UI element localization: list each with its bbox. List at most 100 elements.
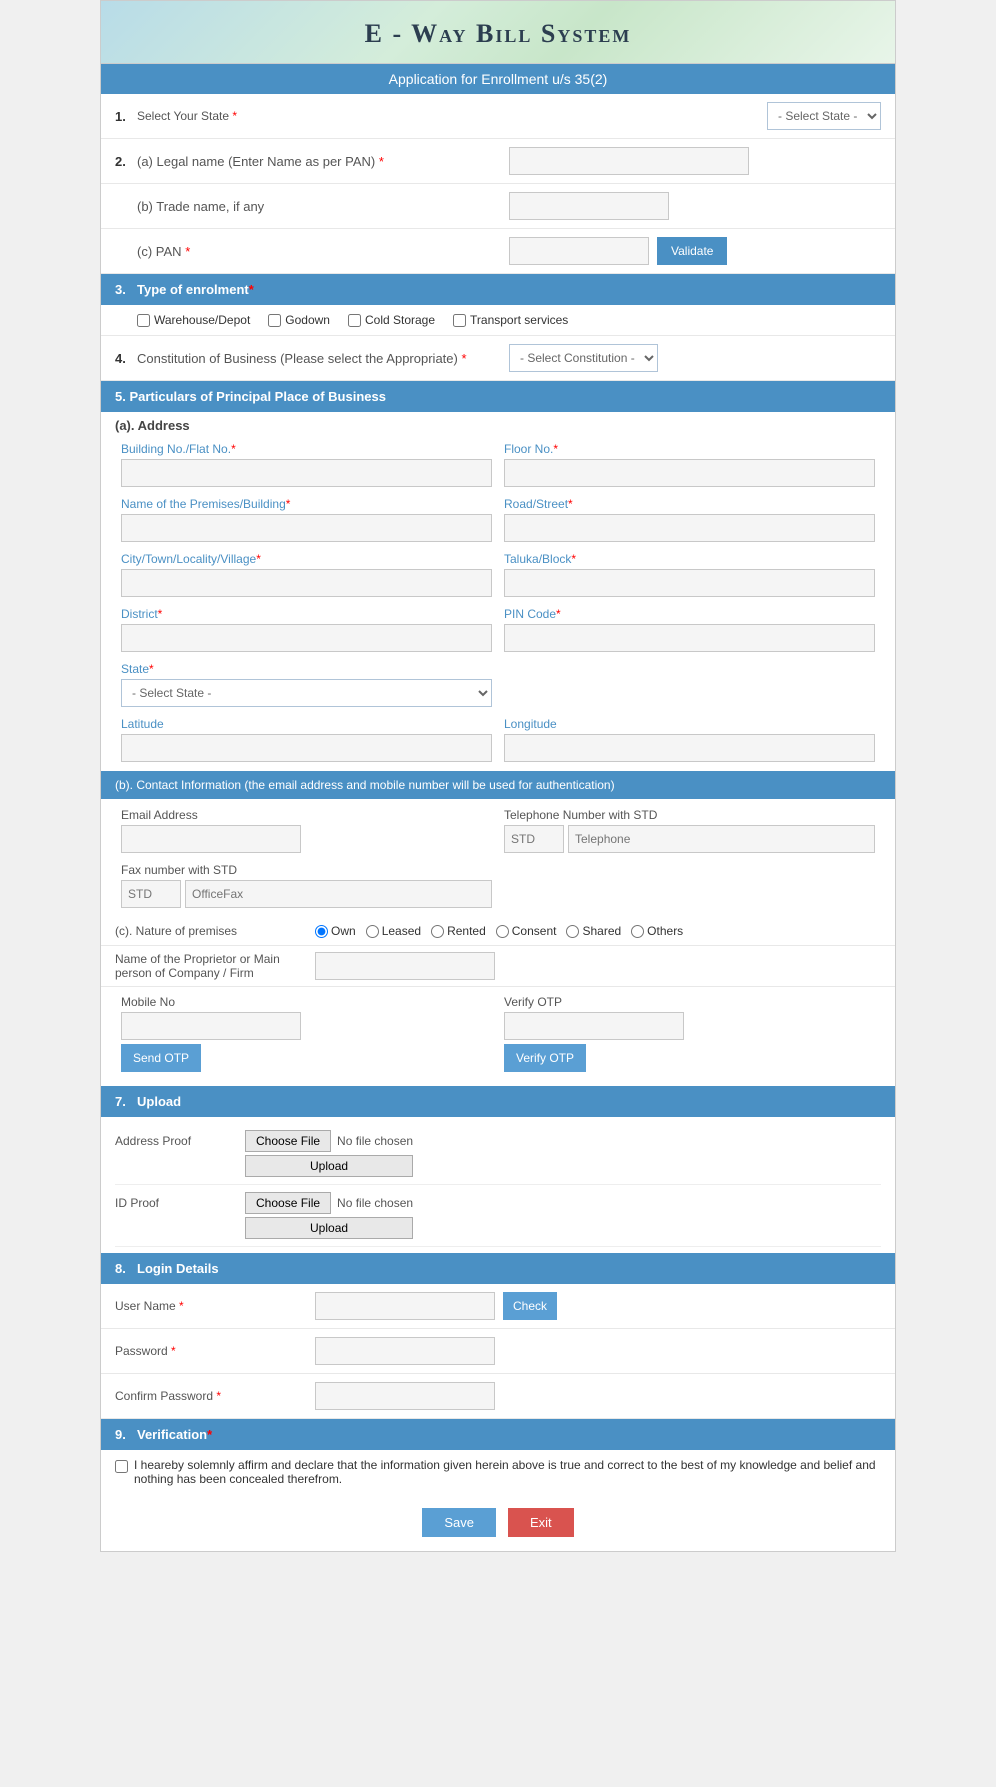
verify-otp-label: Verify OTP	[504, 995, 875, 1009]
nature-row: (c). Nature of premises Own Leased Rente…	[101, 917, 895, 946]
row7-label: Upload	[137, 1094, 181, 1109]
building-input[interactable]	[121, 459, 492, 487]
id-upload-button[interactable]: Upload	[245, 1217, 413, 1239]
row1-required: *	[232, 109, 237, 123]
taluka-input[interactable]	[504, 569, 875, 597]
otp-input[interactable]	[504, 1012, 684, 1040]
road-input[interactable]	[504, 514, 875, 542]
state-select[interactable]: - Select State -	[767, 102, 881, 130]
row2-num: 2.	[115, 154, 137, 169]
latitude-input[interactable]	[121, 734, 492, 762]
floor-label: Floor No.*	[504, 442, 875, 456]
page-wrapper: E - Way Bill System Application for Enro…	[100, 0, 896, 1552]
city-input[interactable]	[121, 569, 492, 597]
nature-consent[interactable]: Consent	[496, 924, 557, 938]
save-button[interactable]: Save	[422, 1508, 496, 1537]
fax-label: Fax number with STD	[121, 863, 492, 877]
row2a-label: Legal name (Enter Name as per PAN)	[157, 154, 376, 169]
radio-shared[interactable]	[566, 925, 579, 938]
section-upload: 7. Upload	[101, 1086, 895, 1117]
empty-contact	[498, 858, 881, 913]
pan-input[interactable]	[509, 237, 649, 265]
checkbox-godown[interactable]	[268, 314, 281, 327]
road-label: Road/Street*	[504, 497, 875, 511]
verification-checkbox[interactable]	[115, 1460, 128, 1473]
nature-shared[interactable]: Shared	[566, 924, 621, 938]
username-row: User Name * Check	[101, 1284, 895, 1329]
verification-text: I heareby solemnly affirm and declare th…	[134, 1458, 881, 1486]
validate-button[interactable]: Validate	[657, 237, 727, 265]
tel-std-input[interactable]	[504, 825, 564, 853]
radio-consent[interactable]	[496, 925, 509, 938]
row4-control: - Select Constitution -	[509, 344, 881, 372]
radio-leased[interactable]	[366, 925, 379, 938]
row4-num: 4.	[115, 351, 137, 366]
longitude-input[interactable]	[504, 734, 875, 762]
exit-button[interactable]: Exit	[508, 1508, 574, 1537]
district-input[interactable]	[121, 624, 492, 652]
proprietor-label: Name of the Proprietor or Main person of…	[115, 952, 315, 980]
checkbox-transport[interactable]	[453, 314, 466, 327]
enrolment-transport[interactable]: Transport services	[453, 313, 568, 327]
proprietor-input[interactable]	[315, 952, 495, 980]
radio-own[interactable]	[315, 925, 328, 938]
enrolment-cold-storage[interactable]: Cold Storage	[348, 313, 435, 327]
address-choose-file-button[interactable]: Choose File	[245, 1130, 331, 1152]
mobile-input[interactable]	[121, 1012, 301, 1040]
password-input[interactable]	[315, 1337, 495, 1365]
row3-num: 3.	[115, 282, 137, 297]
check-button[interactable]: Check	[503, 1292, 557, 1320]
mobile-col: Mobile No Send OTP	[115, 991, 498, 1076]
longitude-label: Longitude	[504, 717, 875, 731]
address-no-file: No file chosen	[337, 1134, 413, 1148]
send-otp-row: Send OTP	[121, 1044, 492, 1072]
row3-label: Type of enrolment	[137, 282, 249, 297]
state-label: State*	[121, 662, 492, 676]
row2a-control	[509, 147, 881, 175]
row2-container: 2. (a) Legal name (Enter Name as per PAN…	[101, 139, 895, 274]
row2a: 2. (a) Legal name (Enter Name as per PAN…	[101, 139, 895, 184]
nature-label: (c). Nature of premises	[115, 924, 315, 938]
upload-section: Address Proof Choose File No file chosen…	[101, 1117, 895, 1253]
send-otp-button[interactable]: Send OTP	[121, 1044, 201, 1072]
radio-rented[interactable]	[431, 925, 444, 938]
confirm-password-input[interactable]	[315, 1382, 495, 1410]
form-subtitle: Application for Enrollment u/s 35(2)	[389, 71, 608, 87]
tel-number-input[interactable]	[568, 825, 875, 853]
id-choose-file-button[interactable]: Choose File	[245, 1192, 331, 1214]
pincode-input[interactable]	[504, 624, 875, 652]
id-proof-control: Choose File No file chosen Upload	[245, 1192, 413, 1239]
password-row: Password *	[101, 1329, 895, 1374]
row2b-control	[509, 192, 881, 220]
nature-leased[interactable]: Leased	[366, 924, 421, 938]
username-input[interactable]	[315, 1292, 495, 1320]
email-input[interactable]	[121, 825, 301, 853]
enrolment-godown[interactable]: Godown	[268, 313, 330, 327]
premises-input[interactable]	[121, 514, 492, 542]
confirm-password-control	[315, 1382, 495, 1410]
fax-std-input[interactable]	[121, 880, 181, 908]
floor-input[interactable]	[504, 459, 875, 487]
nature-others[interactable]: Others	[631, 924, 683, 938]
premises-field: Name of the Premises/Building*	[115, 492, 498, 547]
trade-name-input[interactable]	[509, 192, 669, 220]
radio-others[interactable]	[631, 925, 644, 938]
legal-name-input[interactable]	[509, 147, 749, 175]
checkbox-cold-storage[interactable]	[348, 314, 361, 327]
nature-own[interactable]: Own	[315, 924, 356, 938]
constitution-select[interactable]: - Select Constitution -	[509, 344, 658, 372]
particulars-header: 5. Particulars of Principal Place of Bus…	[101, 381, 895, 412]
enrolment-options: Warehouse/Depot Godown Cold Storage Tran…	[101, 305, 895, 336]
address-state-select[interactable]: - Select State -	[121, 679, 492, 707]
address-upload-button[interactable]: Upload	[245, 1155, 413, 1177]
premises-label: Name of the Premises/Building*	[121, 497, 492, 511]
email-field: Email Address	[115, 803, 498, 858]
checkbox-warehouse[interactable]	[137, 314, 150, 327]
verify-otp-button[interactable]: Verify OTP	[504, 1044, 586, 1072]
fax-number-input[interactable]	[185, 880, 492, 908]
row9-label: Verification	[137, 1427, 207, 1442]
row1-num: 1.	[115, 109, 137, 124]
nature-rented[interactable]: Rented	[431, 924, 486, 938]
enrolment-warehouse[interactable]: Warehouse/Depot	[137, 313, 250, 327]
district-label: District*	[121, 607, 492, 621]
